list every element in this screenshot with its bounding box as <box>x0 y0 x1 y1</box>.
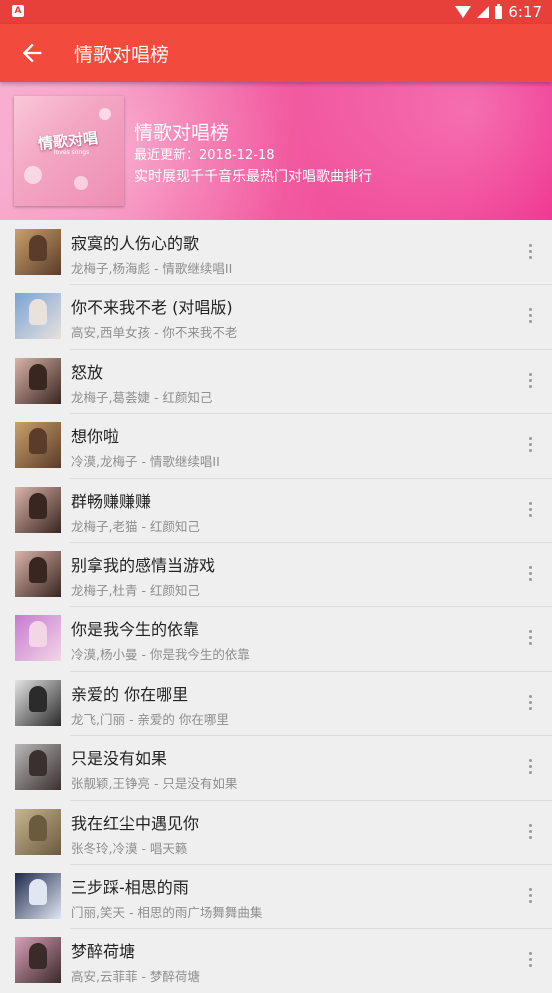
row-divider <box>70 477 552 479</box>
song-row[interactable]: 怒放龙梅子,葛荟婕 - 红颜知己 <box>0 348 552 413</box>
page-title: 情歌对唱榜 <box>74 44 170 66</box>
row-divider <box>70 606 552 608</box>
album-thumbnail <box>15 744 61 791</box>
song-row[interactable]: 梦醉荷塘高安,云菲菲 - 梦醉荷塘 <box>0 928 552 992</box>
row-divider <box>70 799 552 801</box>
song-title: 寂寞的人伤心的歌 <box>71 234 200 253</box>
song-row[interactable]: 寂寞的人伤心的歌龙梅子,杨海彪 - 情歌继续唱II <box>0 220 552 284</box>
song-title: 你是我今生的依靠 <box>71 620 200 640</box>
song-artist-album: 冷漠,龙梅子 - 情歌继续唱II <box>71 454 220 470</box>
song-row[interactable]: 别拿我的感情当游戏龙梅子,杜青 - 红颜知己 <box>0 541 552 606</box>
chart-description: 实时展现千千音乐最热门对唱歌曲排行 <box>134 169 372 185</box>
cover-subtitle: loves songs <box>54 149 90 156</box>
song-title: 想你啦 <box>71 427 120 447</box>
song-artist-album: 龙梅子,杜青 - 红颜知己 <box>71 582 200 598</box>
song-artist-album: 龙梅子,老猫 - 红颜知己 <box>71 518 200 534</box>
row-divider <box>70 863 552 865</box>
chart-update-date: 最近更新：2018-12-18 <box>134 148 275 163</box>
song-title: 只是没有如果 <box>71 749 168 769</box>
song-title: 三步踩-相思的雨 <box>71 877 189 897</box>
more-options-icon[interactable] <box>526 694 534 713</box>
song-title: 群畅赚赚赚 <box>71 491 152 511</box>
back-arrow-icon[interactable] <box>18 39 46 67</box>
more-options-icon[interactable] <box>526 501 534 520</box>
album-thumbnail <box>15 550 61 597</box>
song-row[interactable]: 只是没有如果张靓颖,王铮亮 - 只是没有如果 <box>0 735 552 799</box>
song-row[interactable]: 群畅赚赚赚龙梅子,老猫 - 红颜知己 <box>0 477 552 542</box>
wifi-icon <box>455 6 472 18</box>
battery-icon <box>495 3 503 19</box>
clock: 6:17 <box>508 3 542 21</box>
more-options-icon[interactable] <box>526 565 534 584</box>
album-thumbnail <box>15 615 61 662</box>
song-artist-album: 高安,西单女孩 - 你不来我不老 <box>71 325 238 341</box>
status-bar: A 6:17 <box>0 0 552 24</box>
song-artist-album: 张靓颖,王铮亮 - 只是没有如果 <box>71 776 238 792</box>
song-artist-album: 冷漠,杨小曼 - 你是我今生的依靠 <box>71 647 250 663</box>
row-divider <box>70 348 552 350</box>
more-options-icon[interactable] <box>526 244 534 262</box>
row-divider <box>70 413 552 415</box>
album-thumbnail <box>15 293 61 340</box>
more-options-icon[interactable] <box>526 823 534 842</box>
album-thumbnail <box>15 422 61 469</box>
album-thumbnail <box>15 486 61 533</box>
more-options-icon[interactable] <box>526 372 534 391</box>
more-options-icon[interactable] <box>526 308 534 326</box>
song-title: 亲爱的 你在哪里 <box>71 684 189 704</box>
song-title: 别拿我的感情当游戏 <box>71 555 216 575</box>
app-notification-icon: A <box>12 5 24 17</box>
song-artist-album: 门丽,笑天 - 相思的雨广场舞舞曲集 <box>71 904 263 920</box>
signal-icon <box>477 6 490 18</box>
chart-title: 情歌对唱榜 <box>134 122 230 144</box>
row-divider <box>70 284 552 286</box>
song-title: 我在红尘中遇见你 <box>71 813 200 833</box>
song-artist-album: 龙梅子,杨海彪 - 情歌继续唱II <box>71 261 233 276</box>
row-divider <box>70 541 552 543</box>
album-thumbnail <box>15 229 61 275</box>
song-list: 寂寞的人伤心的歌龙梅子,杨海彪 - 情歌继续唱II 你不来我不老 (对唱版) 高安,… <box>0 220 552 993</box>
album-thumbnail <box>15 872 61 919</box>
song-artist-album: 龙梅子,葛荟婕 - 红颜知己 <box>71 389 213 405</box>
song-title: 怒放 <box>71 362 104 382</box>
song-row[interactable]: 你是我今生的依靠冷漠,杨小曼 - 你是我今生的依靠 <box>0 606 552 670</box>
song-artist-album: 张冬玲,冷漠 - 唱天籁 <box>71 840 188 856</box>
album-thumbnail <box>15 679 61 726</box>
chart-cover-image: 情歌对唱 loves songs <box>14 96 124 206</box>
more-options-icon[interactable] <box>526 437 534 455</box>
more-options-icon[interactable] <box>526 759 534 777</box>
album-thumbnail <box>15 808 61 855</box>
app-toolbar: 情歌对唱榜 <box>0 24 552 82</box>
song-title: 梦醉荷塘 <box>71 942 136 962</box>
more-options-icon[interactable] <box>526 952 534 970</box>
row-divider <box>70 928 552 930</box>
song-artist-album: 龙飞,门丽 - 亲爱的 你在哪里 <box>71 711 229 727</box>
song-row[interactable]: 你不来我不老 (对唱版) 高安,西单女孩 - 你不来我不老 <box>0 284 552 348</box>
row-divider <box>70 735 552 737</box>
album-thumbnail <box>15 937 61 984</box>
song-row[interactable]: 三步踩-相思的雨门丽,笑天 - 相思的雨广场舞舞曲集 <box>0 863 552 928</box>
more-options-icon[interactable] <box>526 887 534 906</box>
song-row[interactable]: 亲爱的 你在哪里龙飞,门丽 - 亲爱的 你在哪里 <box>0 670 552 735</box>
album-thumbnail <box>15 357 61 404</box>
song-row[interactable]: 我在红尘中遇见你张冬玲,冷漠 - 唱天籁 <box>0 799 552 864</box>
chart-header: 情歌对唱 loves songs 情歌对唱榜 最近更新：2018-12-18 实… <box>0 82 552 220</box>
song-row[interactable]: 想你啦冷漠,龙梅子 - 情歌继续唱II <box>0 413 552 477</box>
row-divider <box>70 670 552 672</box>
song-title: 你不来我不老 (对唱版) <box>71 298 233 318</box>
more-options-icon[interactable] <box>526 630 534 648</box>
song-artist-album: 高安,云菲菲 - 梦醉荷塘 <box>71 969 200 985</box>
